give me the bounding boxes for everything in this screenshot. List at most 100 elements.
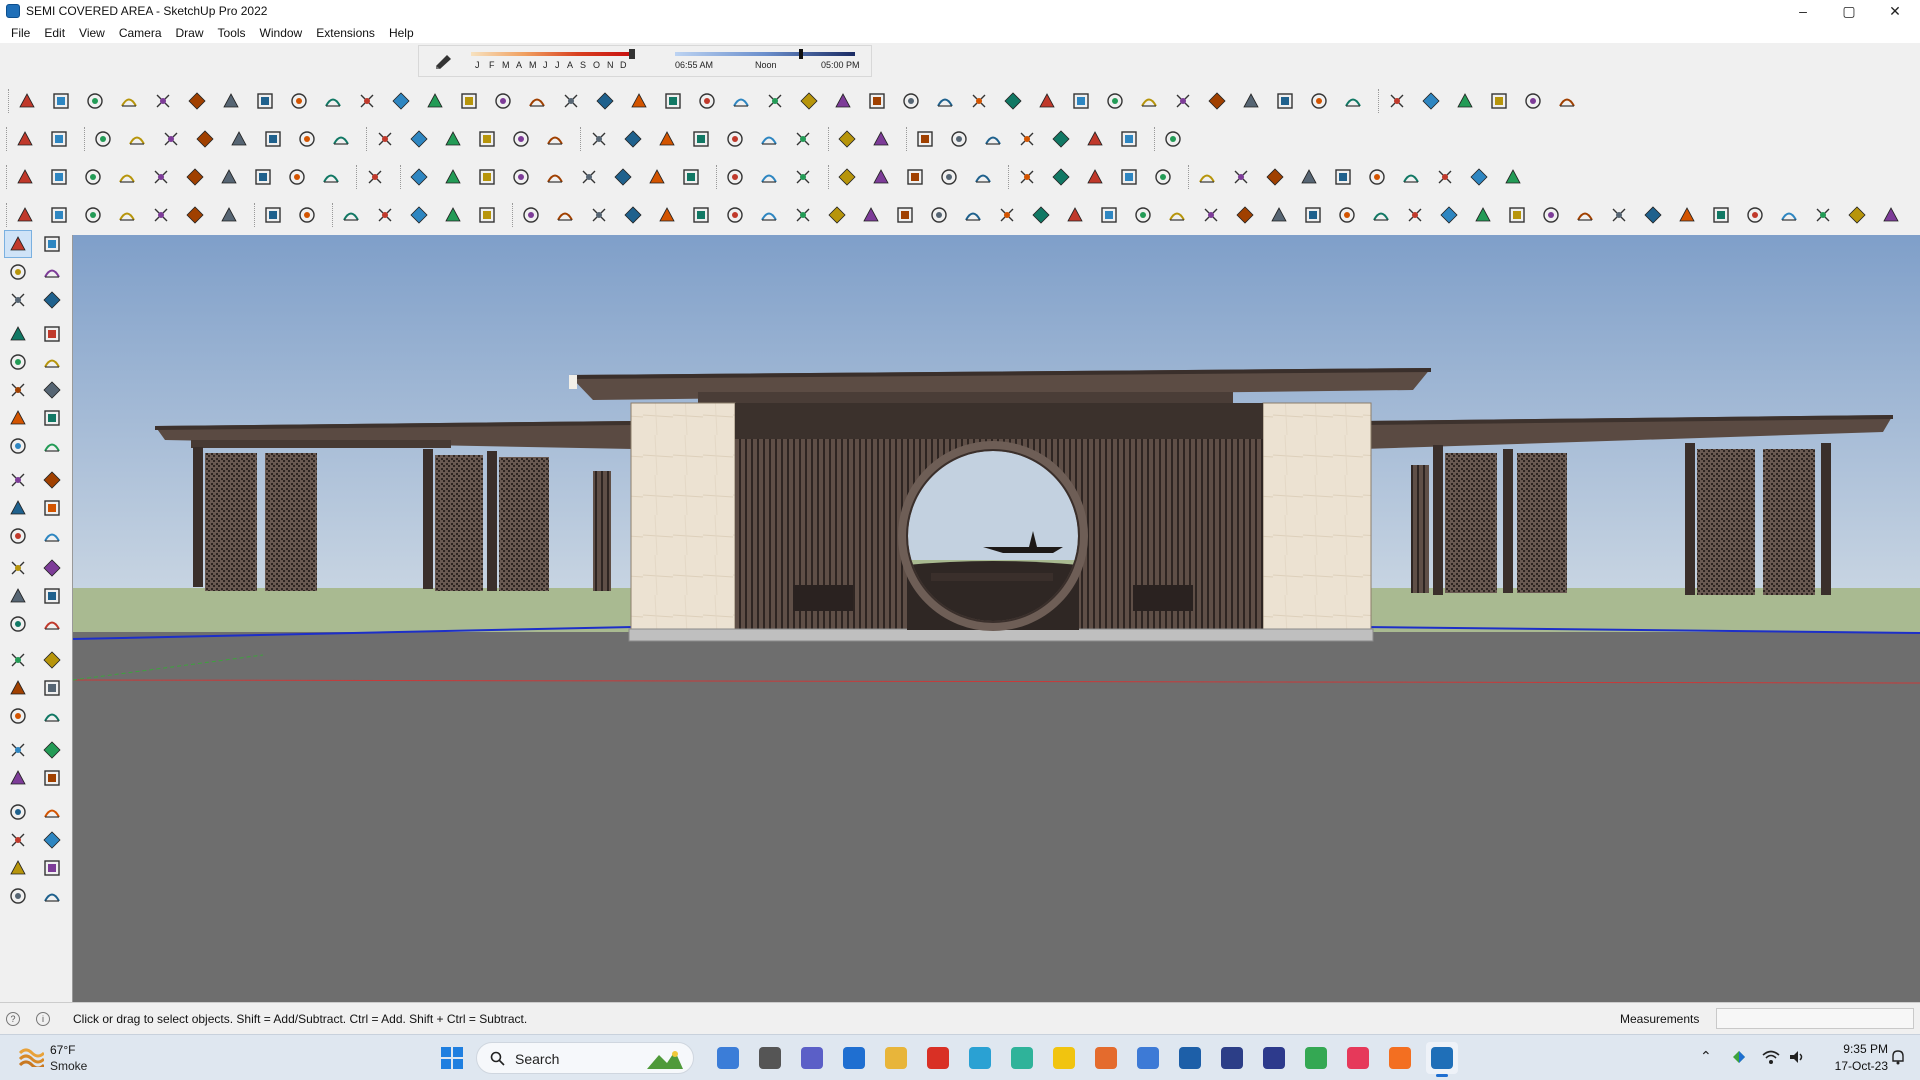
measurements-input[interactable] [1716, 1008, 1914, 1029]
toolbar-tool-icon[interactable] [116, 88, 142, 114]
geo-location-icon[interactable]: ? [6, 1012, 20, 1026]
left-tool-icon[interactable] [38, 286, 66, 314]
toolbar-tool-icon[interactable] [1136, 88, 1162, 114]
toolbar-tool-icon[interactable] [1238, 88, 1264, 114]
volume-icon[interactable] [1788, 1048, 1806, 1066]
left-tool-icon[interactable] [38, 702, 66, 730]
toolbar-tool-icon[interactable] [936, 164, 962, 190]
toolbar-tool-icon[interactable] [912, 126, 938, 152]
toolbar-tool-icon[interactable] [320, 88, 346, 114]
toolbar-tool-icon[interactable] [182, 164, 208, 190]
toolbar-tool-icon[interactable] [474, 202, 500, 228]
left-tool-icon[interactable] [38, 826, 66, 854]
toolbar-tool-icon[interactable] [756, 126, 782, 152]
toolbar-tool-icon[interactable] [1130, 202, 1156, 228]
toolbar-grip[interactable] [1378, 89, 1381, 113]
toolbar-tool-icon[interactable] [1742, 202, 1768, 228]
toolbar-tool-icon[interactable] [362, 164, 388, 190]
left-tool-icon[interactable] [38, 610, 66, 638]
toolbar-tool-icon[interactable] [218, 88, 244, 114]
toolbar-tool-icon[interactable] [1068, 88, 1094, 114]
close-button[interactable]: ✕ [1872, 0, 1918, 22]
left-tool-icon[interactable] [38, 554, 66, 582]
toolbar-tool-icon[interactable] [868, 126, 894, 152]
info-icon[interactable]: i [36, 1012, 50, 1026]
toolbar-tool-icon[interactable] [1170, 88, 1196, 114]
left-tool-icon[interactable] [4, 826, 32, 854]
toolbar-grip[interactable] [356, 165, 359, 189]
toolbar-tool-icon[interactable] [1048, 126, 1074, 152]
toolbar-tool-icon[interactable] [586, 202, 612, 228]
model-scene[interactable] [73, 235, 1920, 1002]
toolbar-tool-icon[interactable] [1194, 164, 1220, 190]
notification-bell-icon[interactable] [1890, 1049, 1906, 1065]
toolbar-tool-icon[interactable] [1776, 202, 1802, 228]
toolbar-tool-icon[interactable] [286, 88, 312, 114]
model-viewport[interactable] [72, 235, 1920, 1002]
toolbar-grip[interactable] [6, 127, 9, 151]
toolbar-tool-icon[interactable] [1470, 202, 1496, 228]
taskbar-search-box[interactable]: Search [476, 1042, 694, 1074]
left-tool-icon[interactable] [38, 798, 66, 826]
toolbar-tool-icon[interactable] [980, 126, 1006, 152]
toolbar-grip[interactable] [716, 165, 719, 189]
toolbar-tool-icon[interactable] [260, 202, 286, 228]
left-tool-icon[interactable] [4, 882, 32, 910]
toolbar-tool-icon[interactable] [728, 88, 754, 114]
toolbar-tool-icon[interactable] [620, 202, 646, 228]
left-tool-icon[interactable] [4, 466, 32, 494]
toolbar-tool-icon[interactable] [114, 164, 140, 190]
toolbar-tool-icon[interactable] [1340, 88, 1366, 114]
toolbar-tool-icon[interactable] [440, 202, 466, 228]
menu-help[interactable]: Help [382, 26, 421, 40]
month-slider-track[interactable] [471, 52, 631, 56]
toolbar-tool-icon[interactable] [1296, 164, 1322, 190]
taskbar-app-icon[interactable] [1132, 1042, 1164, 1074]
left-tool-icon[interactable] [4, 376, 32, 404]
toolbar-tool-icon[interactable] [1398, 164, 1424, 190]
toolbar-grip[interactable] [84, 127, 87, 151]
toolbar-tool-icon[interactable] [1228, 164, 1254, 190]
toolbar-tool-icon[interactable] [688, 202, 714, 228]
left-tool-icon[interactable] [38, 522, 66, 550]
left-tool-icon[interactable] [38, 376, 66, 404]
toolbar-tool-icon[interactable] [722, 202, 748, 228]
taskbar-app-icon[interactable] [1090, 1042, 1122, 1074]
toolbar-tool-icon[interactable] [1096, 202, 1122, 228]
toolbar-tool-icon[interactable] [678, 164, 704, 190]
toolbar-tool-icon[interactable] [1082, 164, 1108, 190]
toolbar-tool-icon[interactable] [644, 164, 670, 190]
left-tool-icon[interactable] [4, 348, 32, 376]
toolbar-tool-icon[interactable] [586, 126, 612, 152]
toolbar-grip[interactable] [906, 127, 909, 151]
left-tool-icon[interactable] [4, 646, 32, 674]
toolbar-tool-icon[interactable] [970, 164, 996, 190]
toolbar-tool-icon[interactable] [490, 88, 516, 114]
toolbar-tool-icon[interactable] [542, 126, 568, 152]
toolbar-tool-icon[interactable] [1384, 88, 1410, 114]
left-tool-icon[interactable] [4, 230, 32, 258]
toolbar-tool-icon[interactable] [1606, 202, 1632, 228]
toolbar-tool-icon[interactable] [294, 202, 320, 228]
toolbar-tool-icon[interactable] [1164, 202, 1190, 228]
toolbar-tool-icon[interactable] [722, 164, 748, 190]
toolbar-grip[interactable] [512, 203, 515, 227]
toolbar-tool-icon[interactable] [1554, 88, 1580, 114]
taskbar-app-icon[interactable] [796, 1042, 828, 1074]
left-tool-icon[interactable] [4, 522, 32, 550]
toolbar-tool-icon[interactable] [542, 164, 568, 190]
wifi-icon[interactable] [1762, 1048, 1780, 1066]
toolbar-tool-icon[interactable] [824, 202, 850, 228]
toolbar-tool-icon[interactable] [1500, 164, 1526, 190]
toolbar-tool-icon[interactable] [694, 88, 720, 114]
toolbar-grip[interactable] [1008, 165, 1011, 189]
toolbar-tool-icon[interactable] [82, 88, 108, 114]
toolbar-tool-icon[interactable] [1330, 164, 1356, 190]
toolbar-tool-icon[interactable] [1402, 202, 1428, 228]
toolbar-tool-icon[interactable] [830, 88, 856, 114]
left-tool-icon[interactable] [38, 466, 66, 494]
toolbar-tool-icon[interactable] [756, 164, 782, 190]
toolbar-tool-icon[interactable] [1116, 126, 1142, 152]
toolbar-tool-icon[interactable] [626, 88, 652, 114]
left-tool-icon[interactable] [4, 554, 32, 582]
